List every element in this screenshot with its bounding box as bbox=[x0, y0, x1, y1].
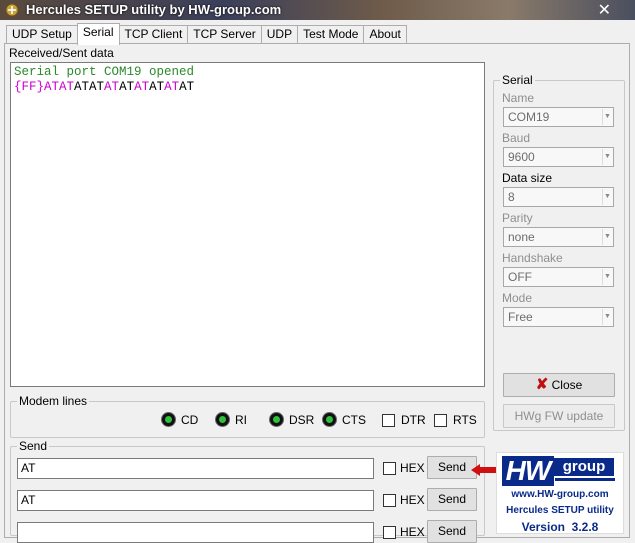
chevron-down-icon: ▼ bbox=[602, 189, 612, 205]
baud-label: Baud bbox=[502, 131, 531, 145]
dsr-label: DSR bbox=[289, 413, 315, 427]
ri-label: RI bbox=[235, 413, 247, 427]
datasize-select[interactable]: 8 ▼ bbox=[503, 187, 614, 207]
tab-bar: UDP Setup Serial TCP Client TCP Server U… bbox=[6, 23, 407, 45]
received-token: AT bbox=[104, 80, 120, 94]
received-token: AT bbox=[134, 80, 150, 94]
baud-value: 9600 bbox=[508, 150, 535, 164]
close-button-label: Close bbox=[551, 378, 583, 392]
name-label: Name bbox=[502, 91, 535, 105]
received-line: {FF}ATATATATATATATATATAT bbox=[14, 80, 481, 95]
received-data-area[interactable]: Serial port COM19 opened {FF}ATATATATATA… bbox=[10, 62, 485, 387]
baud-select[interactable]: 9600 ▼ bbox=[503, 147, 614, 167]
received-token: AT bbox=[149, 80, 165, 94]
send-button-2[interactable]: Send bbox=[427, 488, 477, 511]
tab-tcp-server[interactable]: TCP Server bbox=[187, 25, 262, 44]
logo-hw: HW bbox=[502, 456, 554, 486]
modem-lines-group: Modem lines CD RI DSR CTS DTR RTS bbox=[10, 394, 485, 438]
logo-bar bbox=[555, 478, 615, 481]
tab-udp-setup[interactable]: UDP Setup bbox=[6, 25, 78, 44]
hex-checkbox-1[interactable] bbox=[383, 462, 396, 475]
datasize-value: 8 bbox=[508, 190, 515, 204]
send-button-3[interactable]: Send bbox=[427, 520, 477, 543]
logo-version: Version 3.2.8 bbox=[497, 520, 623, 534]
send-input-2[interactable]: AT bbox=[17, 490, 374, 511]
close-icon[interactable]: ✕ bbox=[598, 0, 611, 20]
parity-value: none bbox=[508, 230, 535, 244]
hex-label-3: HEX bbox=[400, 525, 425, 539]
name-value: COM19 bbox=[508, 110, 550, 124]
serial-title: Serial bbox=[500, 73, 535, 87]
version-label: Version bbox=[521, 520, 565, 534]
hex-label-2: HEX bbox=[400, 493, 425, 507]
modem-lines-title: Modem lines bbox=[17, 394, 90, 408]
received-token: {FF} bbox=[14, 80, 45, 94]
mode-value: Free bbox=[508, 310, 533, 324]
main-window: UDP Setup Serial TCP Client TCP Server U… bbox=[0, 20, 635, 543]
close-x-icon: ✘ bbox=[535, 376, 549, 393]
cts-led-icon bbox=[322, 412, 337, 427]
received-token: ATAT bbox=[74, 80, 105, 94]
window-title: Hercules SETUP utility by HW-group.com bbox=[26, 2, 282, 17]
datasize-label: Data size bbox=[502, 171, 553, 185]
mode-select[interactable]: Free ▼ bbox=[503, 307, 614, 327]
send-group: Send AT HEX Send AT HEX Send HEX Send bbox=[10, 439, 485, 543]
handshake-value: OFF bbox=[508, 270, 532, 284]
cd-led-icon bbox=[161, 412, 176, 427]
hwg-fw-update-button[interactable]: HWg FW update bbox=[503, 404, 615, 428]
hw-group-logo: HW group www.HW-group.com Hercules SETUP… bbox=[496, 452, 624, 534]
logo-product: Hercules SETUP utility bbox=[506, 505, 614, 516]
app-icon bbox=[5, 3, 19, 17]
parity-select[interactable]: none ▼ bbox=[503, 227, 614, 247]
hex-checkbox-3[interactable] bbox=[383, 526, 396, 539]
cd-label: CD bbox=[181, 413, 199, 427]
received-line: Serial port COM19 opened bbox=[14, 65, 195, 79]
close-button[interactable]: ✘ Close bbox=[503, 373, 615, 397]
mode-label: Mode bbox=[502, 291, 533, 305]
rts-label: RTS bbox=[453, 413, 477, 427]
received-token: ATAT bbox=[44, 80, 75, 94]
ri-led-icon bbox=[215, 412, 230, 427]
chevron-down-icon: ▼ bbox=[602, 309, 612, 325]
handshake-select[interactable]: OFF ▼ bbox=[503, 267, 614, 287]
title-bar[interactable]: Hercules SETUP utility by HW-group.com ✕ bbox=[0, 0, 635, 20]
parity-label: Parity bbox=[502, 211, 533, 225]
hex-label-1: HEX bbox=[400, 461, 425, 475]
tab-udp[interactable]: UDP bbox=[260, 25, 299, 44]
logo-group: group bbox=[554, 458, 614, 476]
tab-tcp-client[interactable]: TCP Client bbox=[118, 25, 189, 44]
tab-about[interactable]: About bbox=[363, 25, 407, 44]
version-value: 3.2.8 bbox=[571, 520, 599, 534]
chevron-down-icon: ▼ bbox=[602, 229, 612, 245]
hex-checkbox-2[interactable] bbox=[383, 494, 396, 507]
received-label: Received/Sent data bbox=[9, 46, 114, 60]
serial-tab-panel: Received/Sent data Serial port COM19 ope… bbox=[4, 43, 630, 543]
send-title: Send bbox=[17, 439, 50, 453]
tab-serial[interactable]: Serial bbox=[76, 23, 120, 45]
rts-checkbox[interactable] bbox=[434, 414, 447, 427]
received-token: AT bbox=[179, 80, 195, 94]
cts-label: CTS bbox=[342, 413, 366, 427]
received-token: AT bbox=[164, 80, 180, 94]
received-token: AT bbox=[119, 80, 135, 94]
serial-settings-group: Serial Name COM19 ▼ Baud 9600 ▼ Data siz… bbox=[493, 73, 625, 431]
dtr-checkbox[interactable] bbox=[382, 414, 395, 427]
chevron-down-icon: ▼ bbox=[602, 269, 612, 285]
tab-test-mode[interactable]: Test Mode bbox=[297, 25, 365, 44]
dsr-led-icon bbox=[269, 412, 284, 427]
chevron-down-icon: ▼ bbox=[602, 109, 612, 125]
handshake-label: Handshake bbox=[502, 251, 563, 265]
chevron-down-icon: ▼ bbox=[602, 149, 612, 165]
logo-url: www.HW-group.com bbox=[511, 489, 609, 500]
name-select[interactable]: COM19 ▼ bbox=[503, 107, 614, 127]
send-input-1[interactable]: AT bbox=[17, 458, 374, 479]
send-input-3[interactable] bbox=[17, 522, 374, 543]
dtr-label: DTR bbox=[401, 413, 426, 427]
